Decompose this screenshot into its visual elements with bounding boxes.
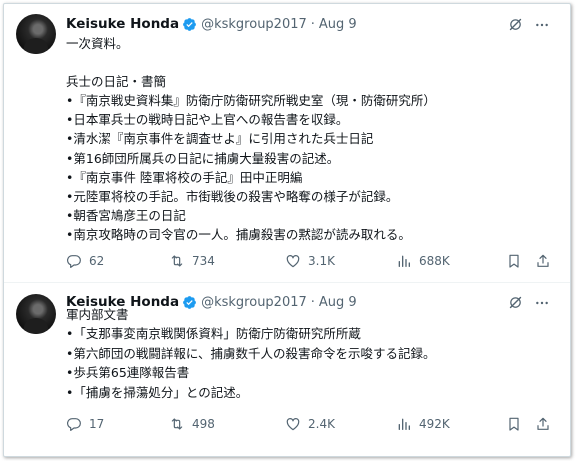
reply-count: 62 [89,254,105,268]
tweet-text-line: •南京攻略時の司令官の一人。捕虜殺害の黙認が読み取れる。 [66,226,411,242]
tweet-text: 一次資料。 兵士の日記・書簡 •『南京戦史資料集』防衛庁防衛研究所戦史室（現・防… [66,34,436,244]
views-button[interactable]: 688K [396,253,450,269]
tweet-text-line: 一次資料。 [66,36,129,51]
repost-button[interactable]: 734 [169,253,215,269]
like-button[interactable]: 3.1K [285,253,335,269]
timeline: Keisuke Honda @kskgroup2017 · Aug 9 一次資料… [3,3,571,457]
tweet-text-line: •「支那事変南京戦関係資料」防衛庁防衛研究所所蔵 [66,326,361,342]
views-button[interactable]: 492K [396,416,450,432]
share-button[interactable] [535,416,551,432]
author-handle[interactable]: @kskgroup2017 [201,17,307,32]
tweet-text-line: •清水潔『南京事件を調査せよ』に引用された兵士日記 [66,131,374,147]
tweet-header: Keisuke Honda @kskgroup2017 · Aug 9 [66,14,357,34]
grok-icon[interactable] [508,295,523,310]
more-icon[interactable] [534,17,550,33]
repost-count: 734 [192,254,215,268]
tweet-text-line: •第六師団の戦闘詳報に、捕虜数千人の殺害命令を示唆する記録。 [66,345,436,361]
bookmark-button[interactable] [506,416,522,432]
tweet-text-line [66,53,436,72]
tweet-text: 軍内部文書 •「支那事変南京戦関係資料」防衛庁防衛研究所所蔵 •第六師団の戦闘詳… [66,305,436,402]
like-count: 3.1K [308,254,335,268]
tweet-text-line: 軍内部文書 [66,307,129,322]
share-button[interactable] [535,253,551,269]
reply-button[interactable]: 17 [66,416,104,432]
view-count: 492K [419,417,450,431]
tweet-text-line: •朝香宮鳩彦王の日記 [66,207,186,223]
reply-icon [67,255,81,268]
tweet-text-line: •第16師団所属兵の日記に捕虜大量殺害の記述。 [66,150,340,166]
author-name[interactable]: Keisuke Honda [66,16,179,32]
like-count: 2.4K [308,417,335,431]
bookmark-icon [509,254,519,268]
repost-icon [171,255,183,267]
tweet-text-line: •日本軍兵士の戦時日記や上官への報告書を収録。 [66,112,349,128]
share-icon [537,254,549,267]
more-icon[interactable] [534,295,550,311]
reply-button[interactable]: 62 [66,253,104,269]
tweet-text-line: •「捕虜を掃蕩処分」との記述。 [66,384,249,400]
tweet-text-line: •『南京事件 陸軍将校の手記』田中正明編 [66,169,303,185]
separator-dot: · [310,16,315,32]
verified-badge-icon [183,17,196,31]
repost-count: 498 [192,417,215,431]
tweet-text-line: •『南京戦史資料集』防衛庁防衛研究所戦史室（現・防衛研究所） [66,93,436,109]
action-bar: 62 734 3.1K 688K [66,253,556,273]
tweet[interactable]: Keisuke Honda @kskgroup2017 · Aug 9 一次資料… [4,4,570,282]
repost-button[interactable]: 498 [169,416,215,432]
like-icon [286,418,300,431]
tweet-text-line: 兵士の日記・書簡 [66,74,167,90]
share-icon [537,417,549,430]
reply-icon [67,418,81,431]
reply-count: 17 [89,417,105,431]
avatar[interactable] [16,14,56,54]
like-button[interactable]: 2.4K [285,416,335,432]
action-bar: 17 498 2.4K 492K [66,416,556,436]
tweet-text-line: •歩兵第65連隊報告書 [66,365,190,381]
like-icon [286,255,300,268]
bookmark-icon [509,417,519,431]
view-count: 688K [419,254,450,268]
bookmark-button[interactable] [506,253,522,269]
tweet[interactable]: Keisuke Honda @kskgroup2017 · Aug 9 軍内部文… [4,283,570,456]
grok-icon[interactable] [508,17,523,32]
views-icon [398,255,410,267]
views-icon [398,418,410,430]
repost-icon [171,418,183,430]
avatar[interactable] [16,294,56,334]
tweet-text-line: •元陸軍将校の手記。市街戦後の殺害や略奪の様子が記録。 [66,188,399,204]
tweet-date[interactable]: Aug 9 [319,17,357,32]
